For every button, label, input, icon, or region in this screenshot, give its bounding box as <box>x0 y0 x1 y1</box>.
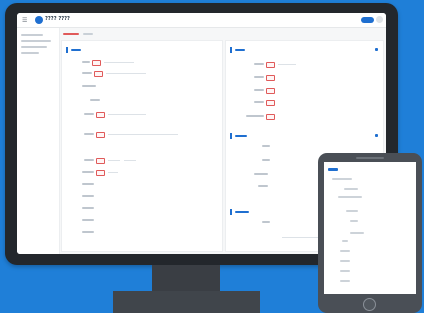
field-label <box>254 101 264 103</box>
section-heading <box>235 49 245 51</box>
tablet-field-label <box>340 280 350 282</box>
text-field[interactable] <box>104 62 134 63</box>
required-badge <box>92 60 101 66</box>
sidebar-nav <box>17 28 60 254</box>
tablet-section-heading <box>328 168 338 171</box>
field-label <box>82 195 94 197</box>
field-label <box>82 85 96 87</box>
breadcrumb-current[interactable] <box>63 33 79 35</box>
required-badge <box>266 88 275 94</box>
breadcrumb-item[interactable] <box>83 33 93 35</box>
tablet-field-label <box>332 178 352 180</box>
section-heading <box>235 135 247 137</box>
required-badge <box>96 112 105 118</box>
form-panel-main <box>61 40 223 252</box>
device-mockup-scene: ☰ ???? ???? <box>0 0 424 313</box>
required-badge <box>96 170 105 176</box>
text-field[interactable] <box>278 64 296 65</box>
user-avatar-icon[interactable] <box>376 16 383 23</box>
tablet-field-label <box>346 210 358 212</box>
section-accent-bar <box>230 47 232 53</box>
field-label <box>82 231 94 233</box>
section-heading <box>71 49 81 51</box>
required-badge <box>266 100 275 106</box>
tablet-field-label <box>350 220 358 222</box>
pencil-icon[interactable] <box>375 48 378 51</box>
sidebar-item[interactable] <box>21 52 39 54</box>
field-label <box>262 159 270 161</box>
tablet-home-button[interactable] <box>363 298 376 311</box>
header-action-pill[interactable] <box>361 17 374 23</box>
field-label <box>262 221 270 223</box>
tablet-speaker <box>356 157 384 159</box>
tablet-field-label <box>340 260 350 262</box>
tablet-field-label <box>342 240 348 242</box>
sidebar-item[interactable] <box>21 40 51 42</box>
tablet-field-label <box>338 196 362 198</box>
field-label <box>90 99 100 101</box>
field-label <box>246 115 264 117</box>
text-field[interactable] <box>108 172 118 173</box>
field-label <box>82 207 94 209</box>
text-field[interactable] <box>106 73 146 74</box>
section-accent-bar <box>230 133 232 139</box>
tablet-field-label <box>340 250 350 252</box>
tablet-field-label <box>344 188 358 190</box>
field-label <box>254 173 268 175</box>
field-label <box>82 171 94 173</box>
section-accent-bar <box>230 209 232 215</box>
sidebar-item[interactable] <box>21 34 43 36</box>
section-accent-bar <box>66 47 68 53</box>
field-label <box>84 133 94 135</box>
radio-option[interactable] <box>108 160 120 161</box>
tablet-device <box>318 153 422 313</box>
radio-option[interactable] <box>124 160 136 161</box>
field-label <box>262 145 270 147</box>
required-badge <box>266 75 275 81</box>
text-field[interactable] <box>108 134 178 135</box>
field-label <box>82 72 92 74</box>
app-name: ???? ???? <box>45 16 70 22</box>
top-app-bar: ☰ ???? ???? <box>17 13 386 28</box>
tablet-field-label <box>350 232 364 234</box>
required-badge <box>266 114 275 120</box>
logo-circle-icon <box>35 16 43 24</box>
field-label <box>82 61 90 63</box>
required-badge <box>96 132 105 138</box>
tablet-field-label <box>340 270 350 272</box>
field-label <box>84 159 94 161</box>
field-label <box>82 219 94 221</box>
field-label <box>254 63 264 65</box>
required-badge <box>96 158 105 164</box>
pencil-icon[interactable] <box>375 134 378 137</box>
field-label <box>258 185 268 187</box>
field-label <box>82 183 94 185</box>
required-badge <box>266 62 275 68</box>
monitor-stand-base <box>113 291 260 313</box>
sidebar-item[interactable] <box>21 46 47 48</box>
hamburger-icon[interactable]: ☰ <box>22 17 27 24</box>
field-label <box>254 89 264 91</box>
text-field[interactable] <box>108 114 146 115</box>
section-heading <box>235 211 249 213</box>
monitor-stand-neck <box>152 265 220 291</box>
field-label <box>254 76 264 78</box>
tablet-screen <box>324 162 416 294</box>
required-badge <box>94 71 103 77</box>
field-label <box>84 113 94 115</box>
